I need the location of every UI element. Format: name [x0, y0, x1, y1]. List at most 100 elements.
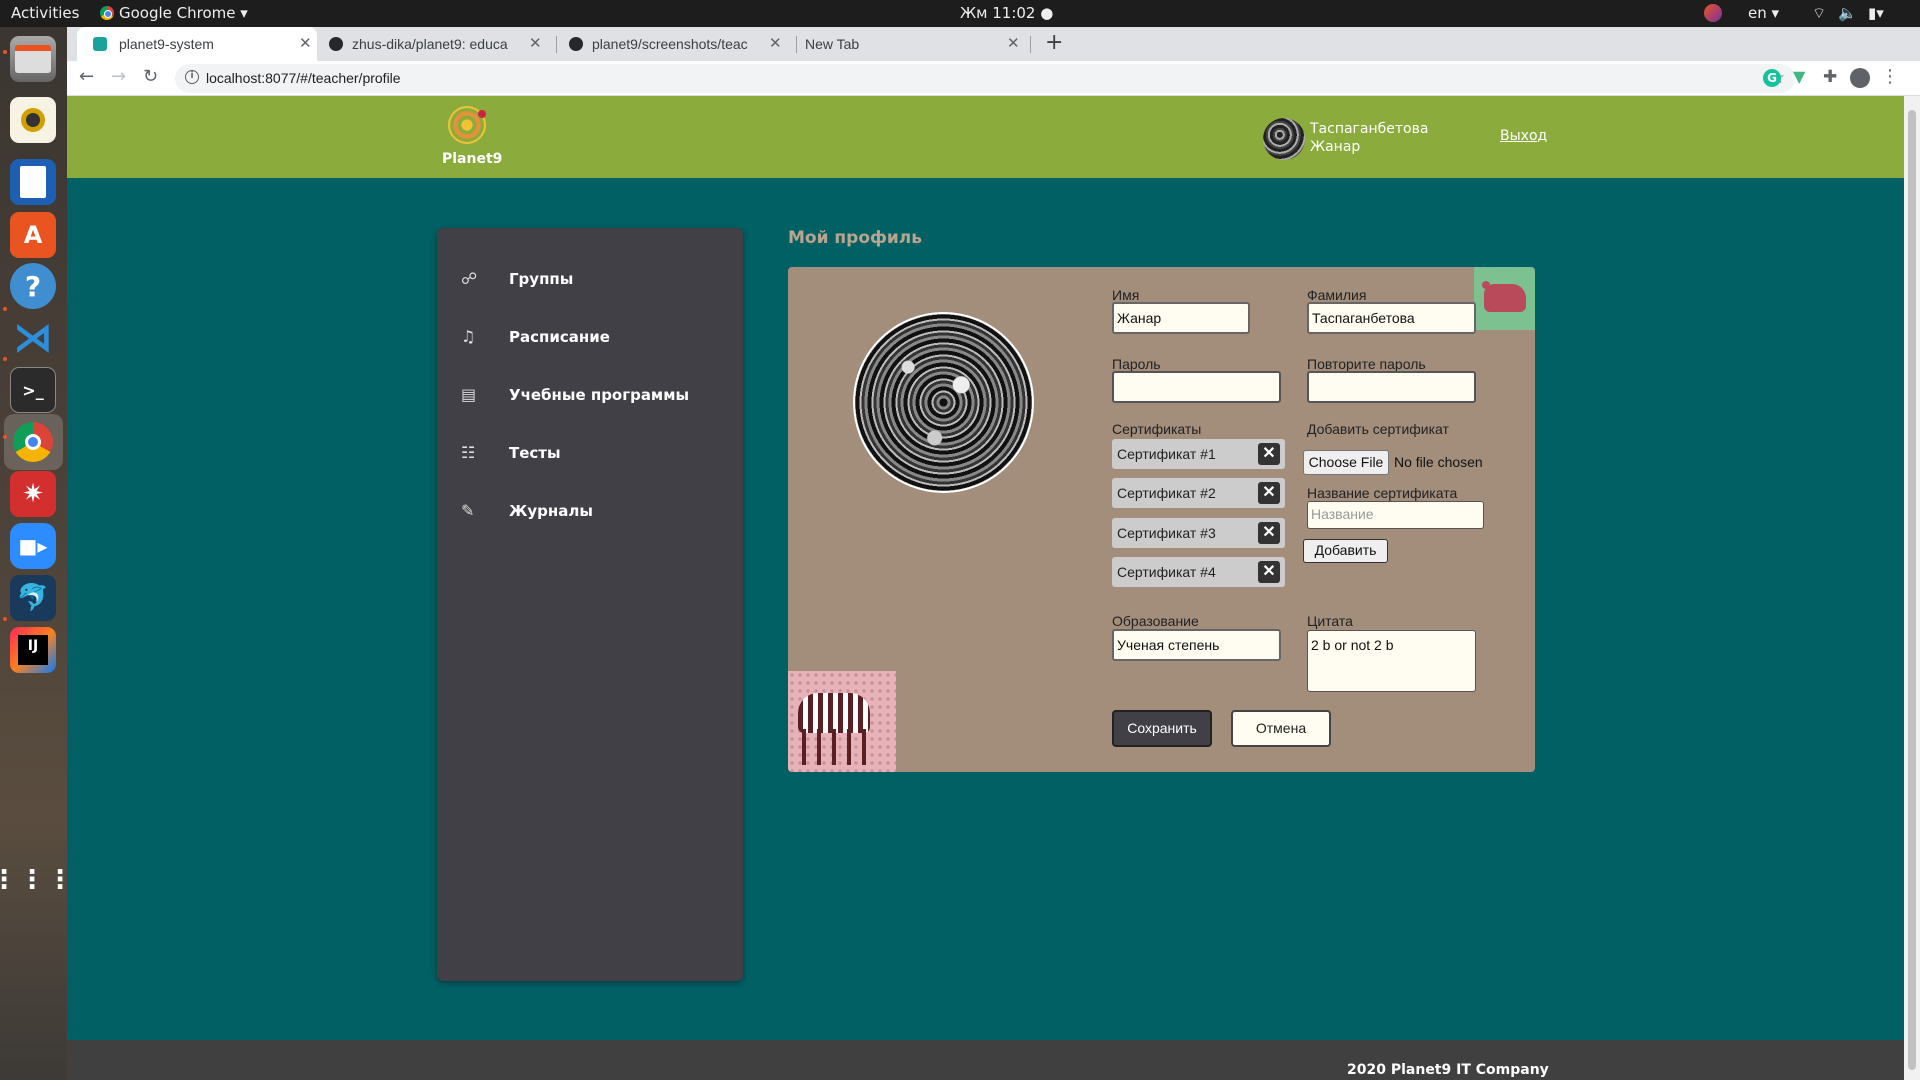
checklist-icon: ☷ — [461, 443, 476, 462]
zebra-icon — [798, 693, 870, 733]
bear-decoration — [1474, 267, 1535, 330]
user-name: Таспаганбетова Жанар — [1310, 120, 1428, 156]
password-label: Пароль — [1112, 356, 1161, 372]
battery-icon[interactable]: ▮▾ — [1868, 4, 1884, 22]
planet9-logo[interactable]: Planet9 — [442, 106, 502, 172]
sidebar-item-tests[interactable]: ☷ Тесты — [461, 439, 721, 469]
clock[interactable]: Жм 11:02 ● — [960, 4, 1053, 22]
zoom-icon[interactable]: ■▸ — [10, 523, 56, 569]
first-name-label: Имя — [1112, 287, 1140, 303]
reload-icon[interactable]: ↻ — [143, 66, 158, 87]
volume-icon[interactable]: 🔈 — [1838, 4, 1857, 22]
password-input[interactable] — [1112, 371, 1281, 403]
repeat-password-label: Повторите пароль — [1307, 356, 1426, 372]
close-tab-icon[interactable]: ✕ — [1007, 34, 1020, 52]
sidebar-item-programs[interactable]: ▤ Учебные программы — [461, 381, 721, 411]
certificate-name: Сертификат #3 — [1117, 525, 1216, 541]
document-icon: ▤ — [461, 385, 477, 404]
quote-textarea[interactable]: 2 b or not 2 b — [1307, 630, 1476, 692]
app-menu[interactable]: Google Chrome ▾ — [100, 4, 248, 22]
extensions-puzzle-icon[interactable]: ✚ — [1823, 67, 1837, 87]
grammarly-extension-icon[interactable]: G — [1763, 69, 1781, 87]
save-button[interactable]: Сохранить — [1112, 710, 1212, 747]
choose-file-button[interactable]: Choose File — [1303, 450, 1389, 475]
address-bar[interactable]: i localhost:8077/#/teacher/profile ☆ — [175, 64, 1795, 93]
groups-icon: ☍ — [461, 269, 478, 288]
first-name-input[interactable]: Жанар — [1112, 302, 1250, 334]
sidebar-item-label: Учебные программы — [509, 386, 690, 404]
add-certificate-label: Добавить сертификат — [1307, 421, 1449, 437]
dock: A ? ⋊ >_ ✷ ■▸ 🐬 IJ ⋮⋮⋮ — [0, 27, 73, 1080]
vue-devtools-extension-icon[interactable]: ▼ — [1793, 67, 1805, 86]
close-tab-icon[interactable]: ✕ — [299, 34, 312, 52]
close-tab-icon[interactable]: ✕ — [769, 34, 782, 52]
tab-planet9-system[interactable]: planet9-system ✕ — [77, 27, 317, 61]
tab-title: zhus-dika/planet9: educa — [352, 36, 508, 52]
sidebar-item-schedule[interactable]: ♫ Расписание — [461, 323, 721, 353]
profile-avatar-icon[interactable] — [1850, 68, 1870, 88]
education-label: Образование — [1112, 613, 1199, 629]
help-icon[interactable]: ? — [10, 263, 56, 309]
vscode-icon[interactable]: ⋊ — [10, 315, 56, 361]
files-icon[interactable] — [10, 36, 56, 82]
delete-certificate-icon[interactable]: ✕ — [1258, 561, 1280, 583]
delete-certificate-icon[interactable]: ✕ — [1258, 482, 1280, 504]
tab-title: planet9/screenshots/teac — [592, 36, 748, 52]
tab-separator — [1030, 36, 1031, 53]
cancel-button[interactable]: Отмена — [1231, 710, 1331, 747]
software-center-icon[interactable]: A — [10, 212, 56, 258]
wolfram-icon[interactable]: ✷ — [10, 471, 56, 517]
tab-github-screenshots[interactable]: planet9/screenshots/teac ✕ — [557, 27, 797, 61]
web-page: Planet9 Таспаганбетова Жанар Выход ☍ Гру… — [67, 96, 1904, 1080]
logo-red-dot — [478, 110, 486, 118]
terminal-icon[interactable]: >_ — [10, 367, 56, 413]
running-indicator — [3, 435, 7, 439]
certificate-item: Сертификат #3 ✕ — [1112, 518, 1285, 548]
running-indicator — [3, 307, 7, 311]
language-indicator[interactable]: en ▾ — [1748, 4, 1779, 22]
profile-card: Имя Жанар Фамилия Таспаганбетова Пароль … — [788, 267, 1535, 772]
sidebar-item-journals[interactable]: ✎ Журналы — [461, 497, 721, 527]
running-indicator — [3, 617, 7, 621]
bell-icon: ♫ — [461, 327, 476, 346]
url-text: localhost:8077/#/teacher/profile — [206, 70, 401, 86]
sidebar-item-label: Группы — [509, 270, 574, 288]
navigation-bar: ← → ↻ i localhost:8077/#/teacher/profile… — [67, 61, 1920, 96]
forward-icon[interactable]: → — [111, 66, 126, 87]
delete-certificate-icon[interactable]: ✕ — [1258, 443, 1280, 465]
mysql-workbench-icon[interactable]: 🐬 — [10, 575, 56, 621]
delete-certificate-icon[interactable]: ✕ — [1258, 522, 1280, 544]
repeat-password-input[interactable] — [1307, 371, 1476, 403]
add-certificate-button[interactable]: Добавить — [1303, 539, 1388, 563]
chrome-menu-icon[interactable]: ⋮ — [1881, 66, 1899, 87]
writer-icon[interactable] — [10, 159, 56, 205]
running-indicator — [3, 357, 7, 361]
rhythmbox-icon[interactable] — [10, 97, 56, 143]
journal-icon: ✎ — [461, 501, 475, 520]
user-avatar[interactable] — [1263, 118, 1305, 160]
site-info-icon[interactable]: i — [185, 70, 199, 84]
close-tab-icon[interactable]: ✕ — [529, 34, 542, 52]
intellij-icon[interactable]: IJ — [10, 627, 56, 673]
last-name-input[interactable]: Таспаганбетова — [1307, 302, 1476, 334]
show-apps-icon[interactable]: ⋮⋮⋮ — [0, 857, 73, 903]
certificate-name-input[interactable]: Название — [1307, 501, 1484, 529]
tab-github-planet9[interactable]: zhus-dika/planet9: educa ✕ — [317, 27, 557, 61]
sidebar-item-groups[interactable]: ☍ Группы — [461, 265, 721, 295]
new-tab-icon[interactable]: + — [1045, 30, 1063, 55]
tab-new-tab[interactable]: New Tab ✕ — [797, 27, 1027, 61]
app-menu-label: Google Chrome — [119, 4, 236, 22]
tab-strip: planet9-system ✕ zhus-dika/planet9: educ… — [67, 27, 1920, 61]
page-scrollbar[interactable] — [1904, 96, 1920, 1080]
education-input[interactable]: Ученая степень — [1112, 629, 1281, 661]
user-first-name: Жанар — [1310, 139, 1361, 155]
logout-link[interactable]: Выход — [1500, 128, 1547, 144]
profile-photo[interactable] — [853, 312, 1034, 493]
back-icon[interactable]: ← — [79, 66, 94, 87]
activities-button[interactable]: Activities — [11, 4, 79, 22]
chrome-dock-icon[interactable] — [10, 419, 56, 465]
copyright-text: 2020 Planet9 IT Company — [1347, 1062, 1549, 1078]
wifi-icon[interactable]: ⌔ — [1812, 4, 1826, 23]
scrollbar-thumb[interactable] — [1908, 110, 1916, 1070]
firefox-indicator-icon[interactable] — [1704, 4, 1722, 22]
